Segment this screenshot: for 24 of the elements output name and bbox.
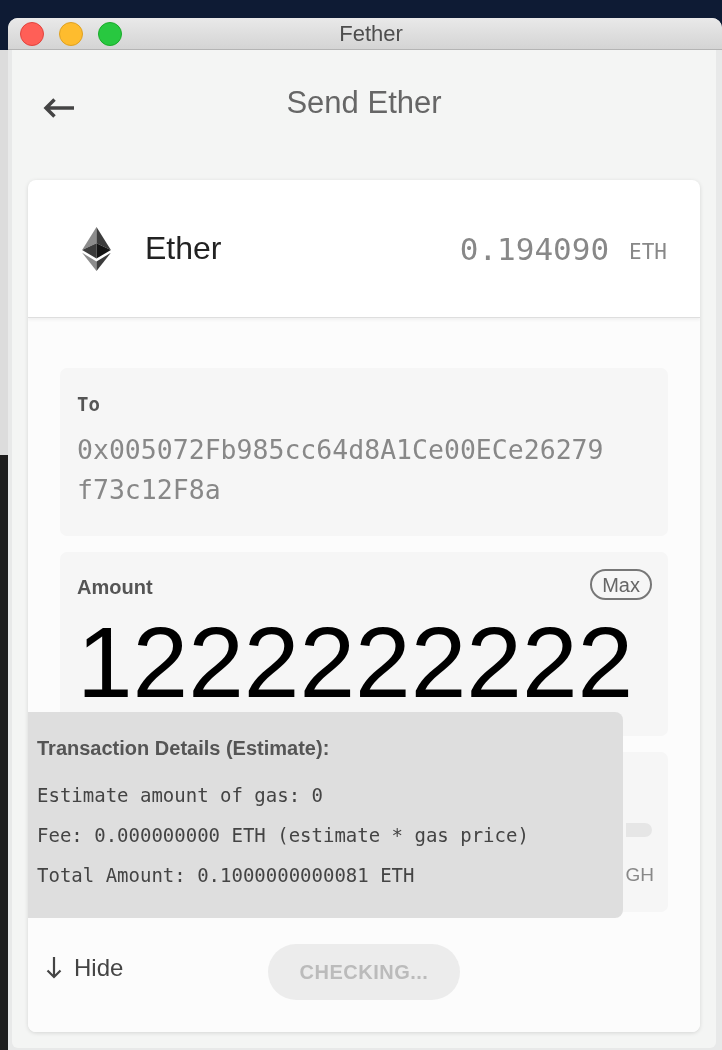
detail-line: Estimate amount of gas: 0 [37,783,323,808]
detail-line: Total Amount: 0.1000000000081 ETH [37,863,415,888]
maximize-button[interactable] [98,21,122,46]
back-button[interactable] [42,96,75,120]
max-button[interactable]: Max [590,569,652,600]
slider-end-label: GH [625,863,654,887]
amount-value: 1222222222 [77,612,634,712]
popup-title: Transaction Details (Estimate): [37,736,330,760]
token-name: Ether [145,230,222,267]
window-title: Fether [339,20,403,47]
close-button[interactable] [20,21,44,46]
token-unit: ETH [629,239,667,264]
minimize-button[interactable] [59,21,83,46]
field-label: To [77,392,100,416]
diamond-icon [82,226,111,271]
field-label: Amount [77,576,153,599]
hide-button[interactable]: Hide [46,954,124,982]
back-arrow-icon [42,96,75,120]
token-balance: 0.194090 [459,230,610,267]
down-arrow-icon [46,957,62,979]
page-title: Send Ether [286,85,442,121]
recipient-field[interactable]: To 0x005072Fb985cc64d8A1Ce00ECe26279f73c12F8a [60,368,668,536]
detail-line: Fee: 0.000000000 ETH (estimate * gas price) [37,823,529,848]
address-value: 0x005072Fb985cc64d8A1Ce00ECe26279f73c12F8a [77,433,605,507]
